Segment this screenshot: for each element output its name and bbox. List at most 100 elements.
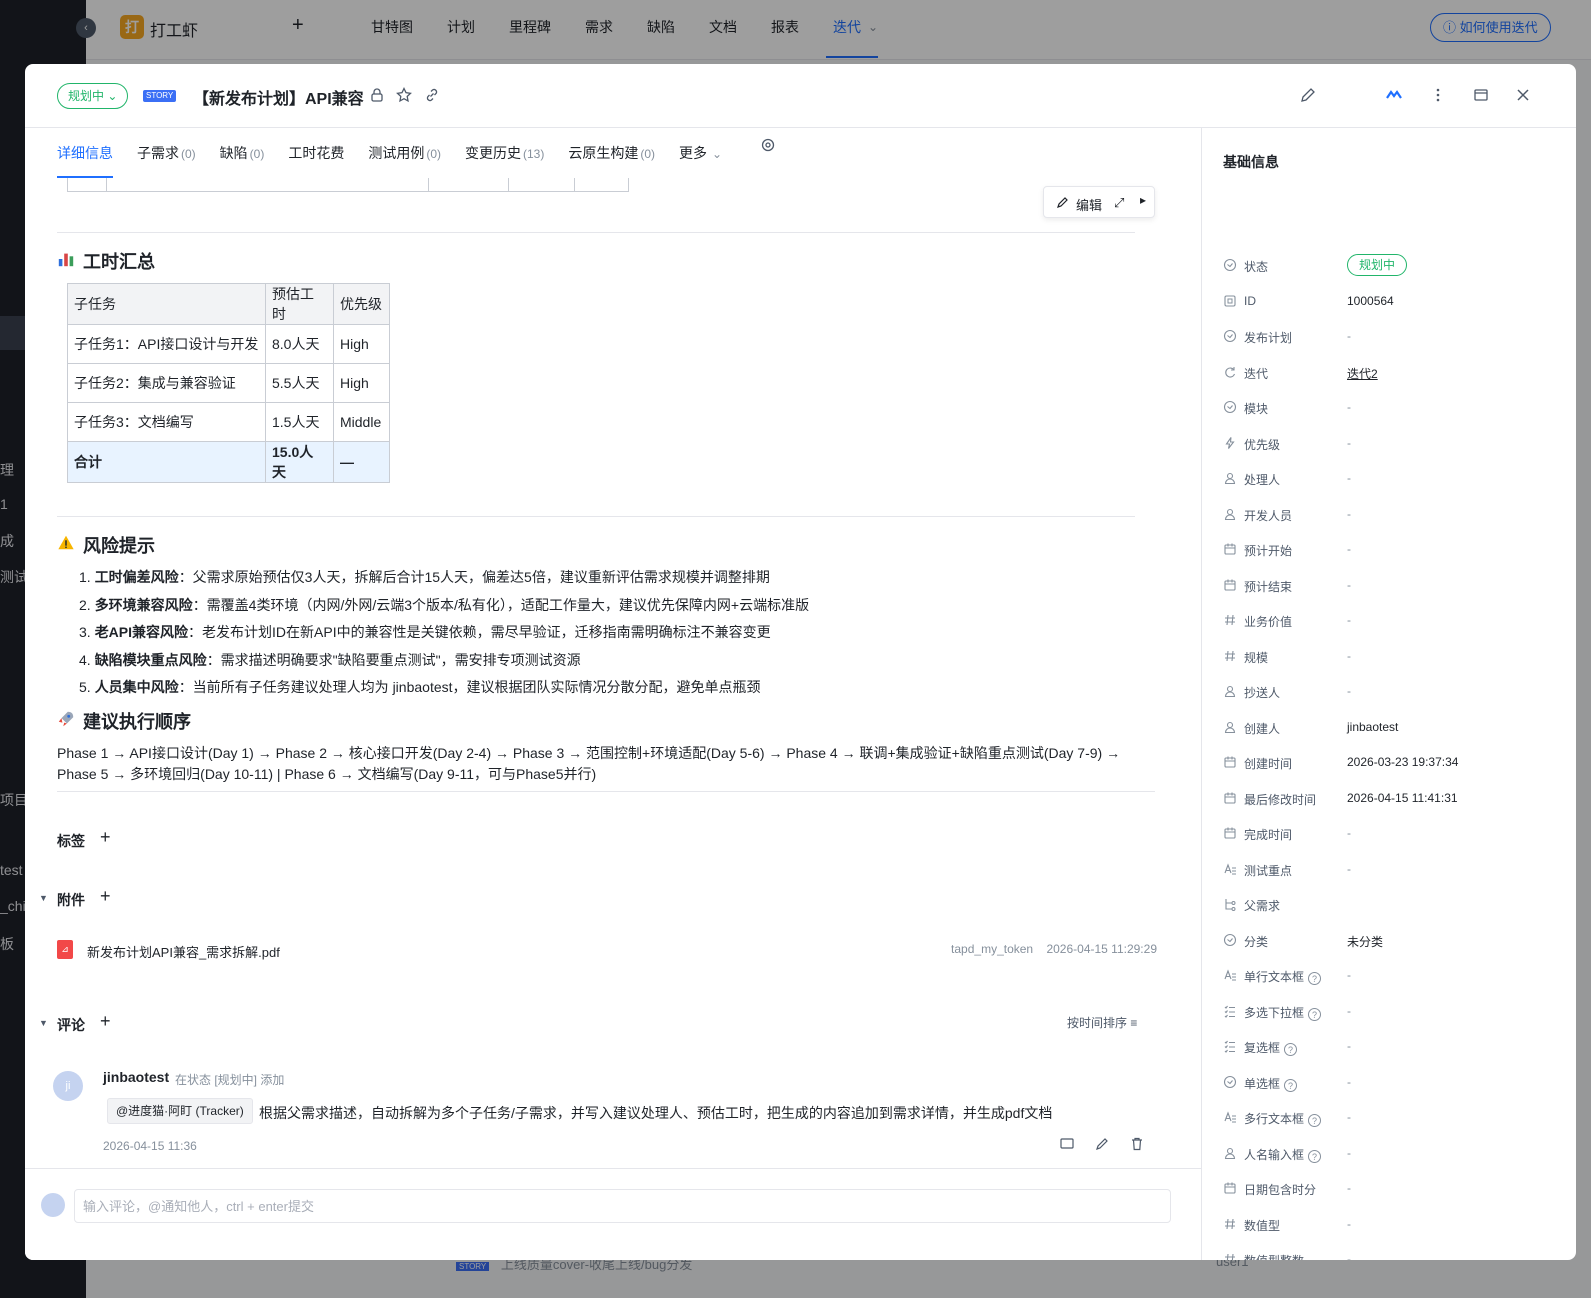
tab-item[interactable]: 缺陷 (0): [220, 128, 265, 178]
field-value[interactable]: 未分类: [1347, 933, 1383, 950]
field-value[interactable]: 迭代2: [1347, 365, 1378, 382]
comment-author[interactable]: jinbaotest: [103, 1069, 169, 1085]
more-vertical-icon[interactable]: [1429, 86, 1447, 104]
table-cell: 8.0人天: [265, 324, 334, 364]
tab-item[interactable]: 云原生构建 (0): [568, 128, 655, 178]
field-value[interactable]: -: [1347, 649, 1351, 663]
risk-description: ：当前所有子任务建议处理人均为 jinbaotest，建议根据团队实际情况分散分…: [178, 679, 761, 695]
info-field: 多选下拉框? -: [1223, 1002, 1563, 1022]
previous-table-fragment: [67, 178, 629, 192]
field-value[interactable]: -: [1347, 1039, 1351, 1053]
settings-icon[interactable]: [760, 137, 776, 153]
field-value[interactable]: -: [1347, 578, 1351, 592]
delete-icon[interactable]: [1129, 1136, 1145, 1152]
field-value[interactable]: -: [1347, 542, 1351, 556]
field-label-text: 开发人员: [1244, 508, 1293, 523]
field-label-text: 单选框: [1244, 1076, 1281, 1091]
edit-button[interactable]: 编辑: [1076, 195, 1102, 214]
tab-item[interactable]: 工时花费: [288, 128, 344, 178]
add-attachment-button[interactable]: +: [100, 886, 111, 907]
pencil-icon[interactable]: [1056, 195, 1070, 209]
lock-icon[interactable]: [368, 86, 386, 104]
help-icon[interactable]: ?: [1284, 1078, 1298, 1092]
comment-mention[interactable]: @进度猫·阿盯 (Tracker): [107, 1098, 253, 1124]
risk-description: ：父需求原始预估仅3人天，拆解后合计15人天，偏差达5倍，建议重新评估需求规模并…: [178, 569, 770, 585]
field-label: 数值型: [1244, 1217, 1280, 1234]
field-value[interactable]: -: [1347, 862, 1351, 876]
table-cell: 子任务3：文档编写: [67, 402, 266, 442]
help-icon[interactable]: ?: [1308, 1007, 1322, 1021]
list-icon: [1223, 1039, 1237, 1053]
add-comment-button[interactable]: +: [100, 1011, 111, 1032]
tab-item[interactable]: 变更历史 (13): [465, 128, 544, 178]
warning-icon: [57, 534, 77, 557]
field-value[interactable]: -: [1347, 684, 1351, 698]
field-value[interactable]: -: [1347, 1252, 1351, 1260]
attachment-file-name[interactable]: 新发布计划API兼容_需求拆解.pdf: [87, 942, 280, 961]
comment-input[interactable]: [74, 1189, 1171, 1223]
attachment-item[interactable]: ⊿ 新发布计划API兼容_需求拆解.pdf tapd_my_token 2026…: [57, 930, 1157, 970]
page-title[interactable]: 【新发布计划】API兼容: [193, 85, 364, 109]
reply-icon[interactable]: [1059, 1136, 1075, 1152]
field-value[interactable]: -: [1347, 1075, 1351, 1089]
avatar: [41, 1193, 65, 1217]
field-label-text: 日期包含时分: [1244, 1183, 1317, 1197]
close-icon[interactable]: [1514, 86, 1532, 104]
info-field: 单选框? -: [1223, 1073, 1563, 1093]
field-value[interactable]: -: [1347, 1110, 1351, 1124]
list-number: 2.: [79, 596, 91, 613]
help-icon[interactable]: ?: [1284, 1043, 1298, 1056]
collapse-comments-icon[interactable]: ▼: [39, 1018, 48, 1028]
attachment-time: 2026-04-15 11:29:29: [1046, 942, 1157, 956]
help-icon[interactable]: ?: [1308, 1149, 1322, 1163]
table-cell: High: [333, 324, 390, 364]
tab-item[interactable]: 更多 ⌄: [679, 128, 722, 178]
star-icon[interactable]: [395, 86, 413, 104]
avatar: ji: [53, 1071, 83, 1101]
field-value[interactable]: -: [1347, 826, 1351, 840]
table-cell: 5.5人天: [265, 363, 334, 403]
field-value[interactable]: -: [1347, 1004, 1351, 1018]
field-value[interactable]: -: [1347, 471, 1351, 485]
field-label-text: 数值型整数: [1244, 1254, 1304, 1260]
risk-name: 工时偏差风险: [94, 569, 179, 585]
field-value[interactable]: -: [1347, 507, 1351, 521]
add-tag-button[interactable]: +: [100, 827, 111, 848]
edit-icon[interactable]: [1299, 86, 1317, 104]
field-value[interactable]: 2026-03-23 19:37:34: [1347, 755, 1458, 769]
expand-icon[interactable]: ⤢: [1114, 195, 1124, 211]
field-label-text: 预计结束: [1244, 579, 1293, 594]
info-field: 模块 -: [1223, 398, 1563, 418]
field-value[interactable]: 2026-04-15 11:41:31: [1347, 791, 1458, 805]
link-icon[interactable]: [423, 86, 441, 104]
caret-right-icon[interactable]: ▸: [1140, 193, 1146, 207]
field-value[interactable]: -: [1347, 968, 1351, 982]
field-value[interactable]: -: [1347, 1181, 1351, 1195]
field-value[interactable]: 规划中: [1347, 254, 1408, 276]
risk-description: ：需求描述明确要求"缺陷要重点测试"，需安排专项测试资源: [206, 651, 581, 668]
sort-by-time-button[interactable]: 按时间排序 ≡: [1067, 1014, 1137, 1031]
tab-item[interactable]: 子需求 (0): [137, 128, 196, 178]
collapse-attachments-icon[interactable]: ▼: [39, 893, 48, 903]
field-label-text: 处理人: [1244, 473, 1281, 487]
help-icon[interactable]: ?: [1308, 972, 1322, 985]
field-value[interactable]: -: [1347, 400, 1351, 414]
field-value[interactable]: -: [1347, 436, 1351, 450]
status-dropdown[interactable]: 规划中 ⌄: [57, 83, 129, 109]
edit-comment-icon[interactable]: [1094, 1136, 1110, 1152]
open-window-icon[interactable]: [1472, 86, 1490, 104]
risk-name: 多环境兼容风险: [94, 596, 193, 613]
field-value[interactable]: -: [1347, 1146, 1351, 1160]
tab-item[interactable]: 详细信息: [57, 128, 113, 178]
field-value[interactable]: -: [1347, 329, 1351, 343]
field-label: 发布计划: [1244, 329, 1292, 346]
work-summary-heading: 工时汇总: [57, 248, 155, 274]
field-value[interactable]: jinbaotest: [1347, 720, 1398, 734]
field-value[interactable]: -: [1347, 1217, 1351, 1231]
tab-item[interactable]: 测试用例 (0): [368, 128, 441, 178]
ai-assistant-icon[interactable]: [1385, 86, 1403, 104]
field-value[interactable]: -: [1347, 613, 1351, 627]
help-icon[interactable]: ?: [1308, 1114, 1322, 1127]
basic-info-title: 基础信息: [1223, 154, 1279, 170]
field-value[interactable]: 1000564: [1347, 294, 1394, 308]
